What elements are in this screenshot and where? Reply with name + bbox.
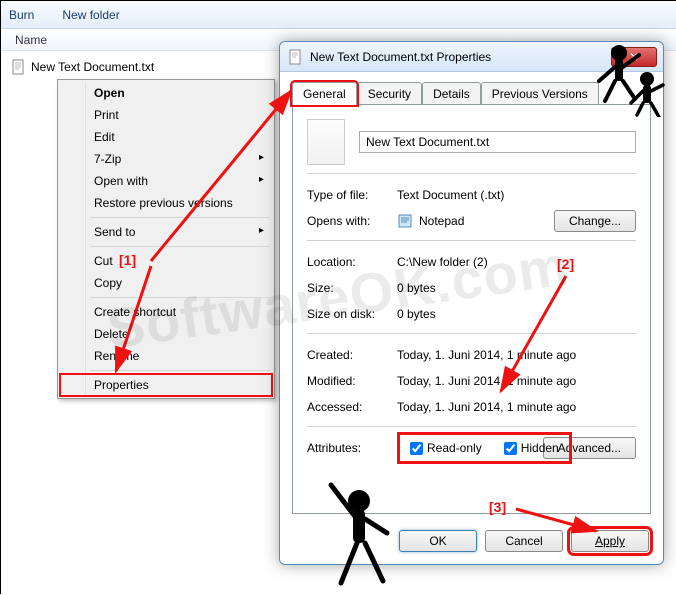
dialog-button-row: OK Cancel Apply	[399, 530, 649, 552]
callout-3: [3]	[489, 499, 506, 515]
value-created: Today, 1. Juni 2014, 1 minute ago	[397, 348, 636, 362]
label-type-of-file: Type of file:	[307, 188, 397, 202]
label-location: Location:	[307, 255, 397, 269]
explorer-toolbar: Burn New folder	[1, 1, 676, 29]
submenu-arrow-icon: ▸	[259, 174, 264, 185]
checkbox-hidden[interactable]: Hidden	[500, 439, 563, 457]
label-attributes: Attributes:	[307, 441, 397, 455]
ctx-separator	[90, 217, 270, 218]
label-size-on-disk: Size on disk:	[307, 307, 397, 321]
ctx-send-to[interactable]: Send to▸	[60, 221, 272, 243]
context-menu: Open Print Edit 7-Zip▸ Open with▸ Restor…	[57, 79, 275, 399]
text-file-icon	[11, 59, 27, 75]
checkbox-hidden-input[interactable]	[504, 442, 517, 455]
value-modified: Today, 1. Juni 2014, 1 minute ago	[397, 374, 636, 388]
ctx-open-with[interactable]: Open with▸	[60, 170, 272, 192]
separator	[307, 426, 636, 427]
label-size: Size:	[307, 281, 397, 295]
ctx-create-shortcut[interactable]: Create shortcut	[60, 301, 272, 323]
label-accessed: Accessed:	[307, 400, 397, 414]
column-name-label: Name	[15, 33, 47, 47]
ok-button[interactable]: OK	[399, 530, 477, 552]
properties-dialog: New Text Document.txt Properties ✕ Gener…	[279, 41, 664, 565]
ctx-separator	[90, 370, 270, 371]
file-thumbnail-icon	[307, 119, 345, 165]
dialog-titlebar[interactable]: New Text Document.txt Properties ✕	[280, 42, 663, 72]
ctx-restore-previous[interactable]: Restore previous versions	[60, 192, 272, 214]
change-button[interactable]: Change...	[554, 210, 636, 232]
value-accessed: Today, 1. Juni 2014, 1 minute ago	[397, 400, 636, 414]
ctx-open[interactable]: Open	[60, 82, 272, 104]
ctx-delete[interactable]: Delete	[60, 323, 272, 345]
tab-previous-versions[interactable]: Previous Versions	[481, 82, 599, 105]
dialog-title: New Text Document.txt Properties	[310, 50, 611, 64]
text-file-icon	[288, 49, 304, 65]
ctx-rename[interactable]: Rename	[60, 345, 272, 367]
file-row[interactable]: New Text Document.txt	[11, 57, 154, 77]
toolbar-burn[interactable]: Burn	[9, 8, 34, 22]
cancel-button[interactable]: Cancel	[485, 530, 563, 552]
ctx-separator	[90, 297, 270, 298]
ctx-properties[interactable]: Properties	[60, 374, 272, 396]
ctx-print[interactable]: Print	[60, 104, 272, 126]
toolbar-new-folder[interactable]: New folder	[62, 8, 119, 22]
value-opens-with: Notepad	[419, 214, 464, 228]
submenu-arrow-icon: ▸	[259, 152, 264, 163]
file-name: New Text Document.txt	[31, 60, 154, 74]
close-icon: ✕	[629, 50, 639, 64]
separator	[307, 240, 636, 241]
ctx-copy[interactable]: Copy	[60, 272, 272, 294]
notepad-icon	[397, 213, 413, 229]
value-location: C:\New folder (2)	[397, 255, 636, 269]
callout-2: [2]	[557, 256, 574, 272]
attributes-highlight: Read-only Hidden	[397, 432, 572, 464]
value-size-on-disk: 0 bytes	[397, 307, 636, 321]
ctx-separator	[90, 246, 270, 247]
tab-panel-general: Type of file:Text Document (.txt) Opens …	[292, 104, 651, 514]
apply-button[interactable]: Apply	[571, 530, 649, 552]
checkbox-read-only[interactable]: Read-only	[406, 439, 486, 457]
separator	[307, 333, 636, 334]
tab-security[interactable]: Security	[357, 82, 422, 105]
file-name-input[interactable]	[359, 131, 636, 153]
value-size: 0 bytes	[397, 281, 636, 295]
value-type-of-file: Text Document (.txt)	[397, 188, 636, 202]
label-opens-with: Opens with:	[307, 214, 397, 228]
tab-general[interactable]: General	[292, 82, 357, 105]
checkbox-read-only-input[interactable]	[410, 442, 423, 455]
separator	[307, 173, 636, 174]
label-modified: Modified:	[307, 374, 397, 388]
ctx-cut[interactable]: Cut	[60, 250, 272, 272]
close-button[interactable]: ✕	[611, 47, 657, 67]
tab-details[interactable]: Details	[422, 82, 481, 105]
ctx-7zip[interactable]: 7-Zip▸	[60, 148, 272, 170]
callout-1: [1]	[119, 252, 136, 268]
tab-strip: General Security Details Previous Versio…	[292, 82, 599, 105]
ctx-edit[interactable]: Edit	[60, 126, 272, 148]
submenu-arrow-icon: ▸	[259, 225, 264, 236]
label-created: Created:	[307, 348, 397, 362]
